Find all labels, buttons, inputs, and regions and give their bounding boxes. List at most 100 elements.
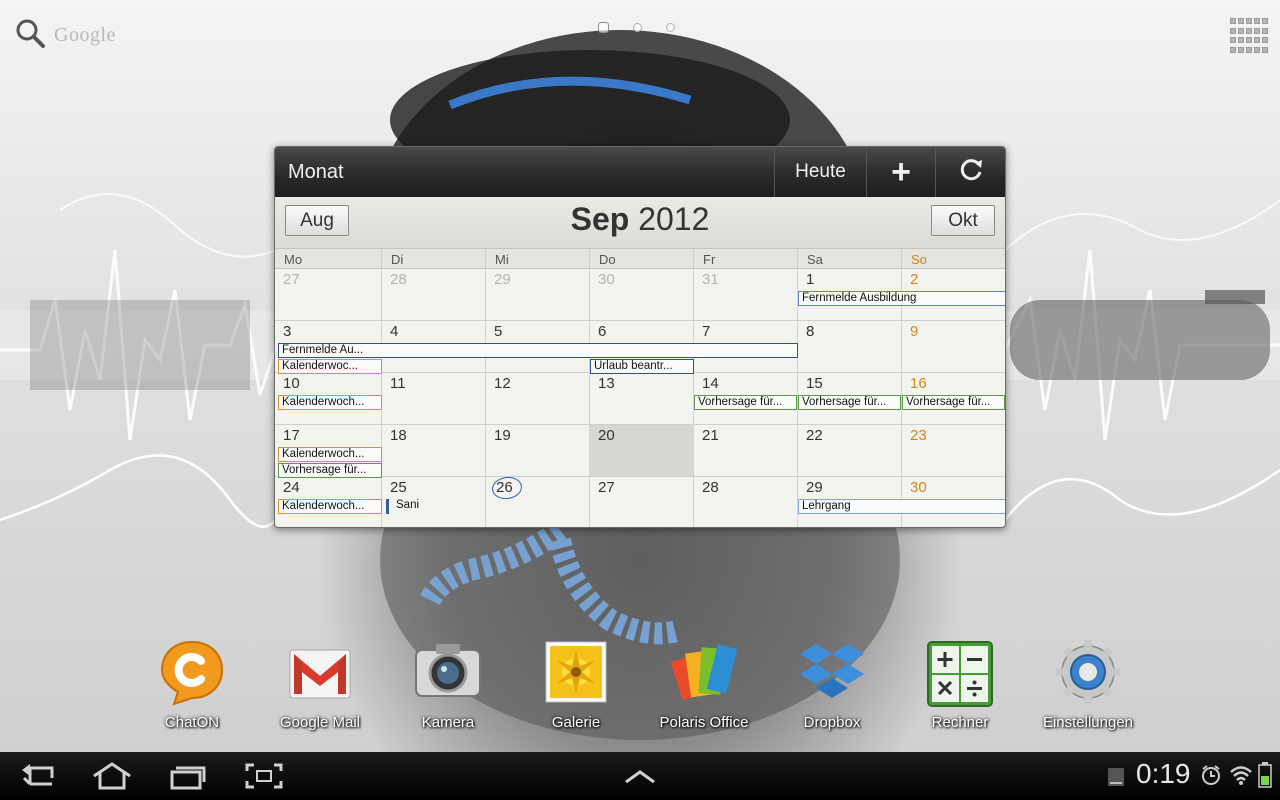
event-chip[interactable]: Vorhersage für... xyxy=(902,395,1005,410)
day-cell-selected[interactable]: 20 xyxy=(590,425,694,476)
app-label: Galerie xyxy=(551,714,601,731)
calendar-widget: Monat Heute + Aug Sep 2012 Okt Mo Di Mi … xyxy=(274,146,1006,528)
day-cell[interactable]: 28 xyxy=(382,269,486,320)
app-label: ChatON xyxy=(164,714,220,731)
back-button[interactable] xyxy=(20,762,60,790)
day-cell[interactable]: 27 xyxy=(275,269,382,320)
day-number: 13 xyxy=(598,375,615,392)
app-polaris-office[interactable]: Polaris Office xyxy=(649,630,759,731)
weekday-header: Mo Di Mi Do Fr Sa So xyxy=(275,249,1005,269)
google-search-label: Google xyxy=(54,23,116,46)
day-cell[interactable]: 19 xyxy=(486,425,590,476)
event-chip[interactable]: Lehrgang xyxy=(798,499,1005,514)
chaton-icon xyxy=(156,636,228,708)
event-chip[interactable]: Kalenderwoch... xyxy=(278,447,382,462)
day-number: 24 xyxy=(283,479,300,496)
day-cell[interactable]: 23 xyxy=(902,425,1005,476)
event-chip[interactable]: Sani xyxy=(386,499,484,514)
weekday-label: Sa xyxy=(798,249,902,268)
weekday-label: Mi xyxy=(486,249,590,268)
app-label: Google Mail xyxy=(279,714,361,731)
app-dropbox[interactable]: Dropbox xyxy=(777,630,887,731)
refresh-icon xyxy=(958,157,984,188)
wifi-icon xyxy=(1229,763,1253,792)
month-grid: 27 28 29 30 31 1 2 3 4 5 6 7 8 9 10 11 1… xyxy=(275,269,1005,527)
month-bar: Aug Sep 2012 Okt xyxy=(275,197,1005,249)
next-month-button[interactable]: Okt xyxy=(931,205,995,236)
page-dot-current xyxy=(598,22,609,33)
day-number: 23 xyxy=(910,427,927,444)
day-number: 20 xyxy=(598,427,615,444)
app-label: Dropbox xyxy=(803,714,861,731)
page-dot xyxy=(666,23,675,32)
day-cell[interactable]: 31 xyxy=(694,269,798,320)
day-number: 28 xyxy=(390,271,407,288)
camera-icon xyxy=(412,636,484,708)
view-mode-label[interactable]: Monat xyxy=(275,147,774,197)
add-event-button[interactable]: + xyxy=(866,147,935,197)
day-cell-today[interactable]: 26 xyxy=(486,475,590,527)
month-title: Sep 2012 xyxy=(275,201,1005,238)
event-chip[interactable]: Fernmelde Au... xyxy=(278,343,798,358)
day-cell[interactable]: 21 xyxy=(694,425,798,476)
app-galerie[interactable]: Galerie xyxy=(521,630,631,731)
google-search-bar[interactable]: Google xyxy=(14,18,116,52)
screenshot-button[interactable] xyxy=(244,762,284,790)
app-rechner[interactable]: Rechner xyxy=(905,630,1015,731)
app-chaton[interactable]: ChatON xyxy=(137,630,247,731)
apps-grid-button[interactable] xyxy=(1228,16,1268,56)
day-cell[interactable]: 30 xyxy=(590,269,694,320)
day-number: 27 xyxy=(598,479,615,496)
year: 2012 xyxy=(638,201,710,237)
event-chip[interactable]: Vorhersage für... xyxy=(694,395,797,410)
plus-icon: + xyxy=(891,152,911,191)
settings-icon xyxy=(1052,636,1124,708)
gallery-icon xyxy=(540,636,612,708)
event-chip[interactable]: Kalenderwoch... xyxy=(278,395,382,410)
app-einstellungen[interactable]: Einstellungen xyxy=(1033,630,1143,731)
day-number: 18 xyxy=(390,427,407,444)
event-chip[interactable]: Urlaub beantr... xyxy=(590,359,694,374)
sync-button[interactable] xyxy=(935,147,1005,197)
day-number: 31 xyxy=(702,271,719,288)
weekday-label: Mo xyxy=(275,249,382,268)
app-kamera[interactable]: Kamera xyxy=(393,630,503,731)
day-number: 1 xyxy=(806,271,815,288)
day-number: 30 xyxy=(598,271,615,288)
day-number: 25 xyxy=(390,479,407,496)
day-number: 28 xyxy=(702,479,719,496)
mini-apps-button[interactable] xyxy=(620,762,660,790)
day-cell[interactable]: 22 xyxy=(798,425,902,476)
page-dot xyxy=(633,23,642,32)
calculator-icon xyxy=(924,636,996,708)
event-chip[interactable]: Vorhersage für... xyxy=(798,395,901,410)
day-cell[interactable]: 27 xyxy=(590,477,694,527)
alarm-icon xyxy=(1200,764,1222,791)
day-cell[interactable]: 13 xyxy=(590,373,694,424)
event-chip[interactable]: Fernmelde Ausbildung xyxy=(798,291,1005,306)
month-name: Sep xyxy=(570,201,630,237)
event-chip[interactable]: Kalenderwoch... xyxy=(278,499,382,514)
home-button[interactable] xyxy=(92,762,132,790)
day-number: 19 xyxy=(494,427,511,444)
day-number: 8 xyxy=(806,323,815,340)
day-cell[interactable]: 29 xyxy=(486,269,590,320)
day-number: 29 xyxy=(806,479,823,496)
search-icon xyxy=(14,17,46,54)
recent-apps-button[interactable] xyxy=(168,762,208,790)
event-chip[interactable]: Vorhersage für... xyxy=(278,463,382,478)
day-cell[interactable]: 8 xyxy=(798,321,902,372)
event-chip[interactable]: Kalenderwoc... xyxy=(278,359,382,374)
today-button[interactable]: Heute xyxy=(774,147,866,197)
chevron-up-icon xyxy=(625,770,655,784)
battery-icon xyxy=(1258,762,1272,793)
day-number: 6 xyxy=(598,323,607,340)
day-cell[interactable]: 28 xyxy=(694,477,798,527)
day-cell[interactable]: 12 xyxy=(486,373,590,424)
dropbox-icon xyxy=(796,636,868,708)
app-google-mail[interactable]: Google Mail xyxy=(265,630,375,731)
day-cell[interactable]: 9 xyxy=(902,321,1005,372)
day-cell[interactable]: 11 xyxy=(382,373,486,424)
day-cell[interactable]: 18 xyxy=(382,425,486,476)
day-number: 29 xyxy=(494,271,511,288)
